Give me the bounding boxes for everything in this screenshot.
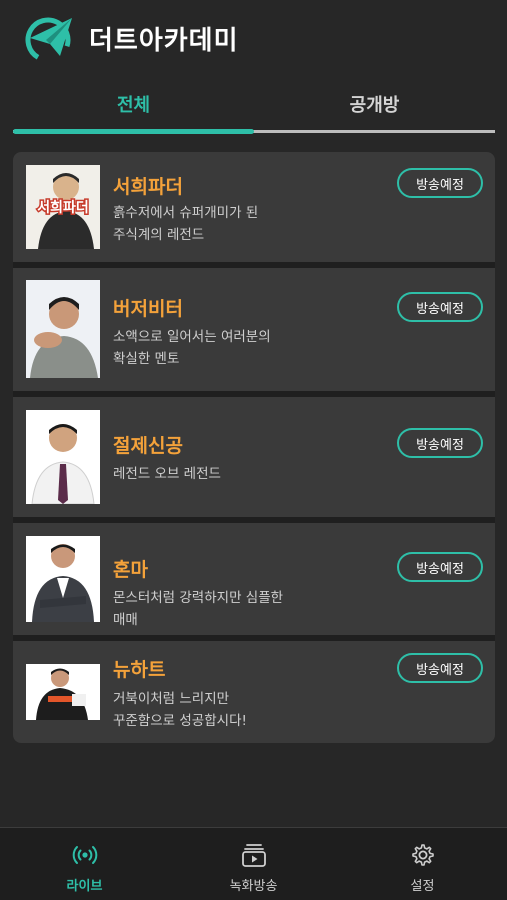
streamer-description: 소액으로 일어서는 여러분의 확실한 멘토: [113, 326, 353, 370]
desc-line: 레전드 오브 레전드: [113, 466, 221, 482]
streamer-photo: [26, 280, 100, 378]
streamer-name: 뉴하트: [113, 659, 166, 681]
paper-plane-logo-icon: [25, 17, 72, 63]
streamer-thumbnail: [26, 664, 100, 720]
streamer-description: 몬스터처럼 강력하지만 심플한 매매: [113, 587, 353, 631]
app-header: 더트아카데미: [0, 0, 507, 78]
desc-line: 주식계의 레전드: [113, 227, 205, 243]
nav-label: 녹화방송: [229, 879, 278, 894]
desc-line: 소액으로 일어서는 여러분의: [113, 329, 271, 345]
streamer-photo: [26, 536, 100, 622]
broadcast-icon: [72, 846, 97, 864]
bottom-navigation: 라이브 녹화방송 설정: [0, 827, 507, 900]
desc-line: 몬스터처럼 강력하지만 심플한: [113, 590, 284, 606]
streamer-photo: 서희파더: [26, 165, 100, 249]
streamer-description: 레전드 오브 레전드: [113, 463, 353, 485]
desc-line: 꾸준함으로 성공합시다!: [113, 713, 247, 729]
scheduled-broadcast-badge[interactable]: 방송예정: [397, 552, 483, 582]
desc-line: 흙수저에서 슈퍼개미가 된: [113, 205, 259, 221]
streamer-thumbnail: [26, 410, 100, 504]
svg-text:서희파더: 서희파더: [37, 200, 89, 216]
nav-label: 라이브: [66, 879, 103, 894]
scheduled-broadcast-badge[interactable]: 방송예정: [397, 653, 483, 683]
nav-recorded[interactable]: 녹화방송: [169, 828, 338, 900]
streamer-description: 흙수저에서 슈퍼개미가 된 주식계의 레전드: [113, 202, 353, 246]
desc-line: 확실한 멘토: [113, 351, 180, 367]
scheduled-broadcast-badge[interactable]: 방송예정: [397, 168, 483, 198]
tab-bar: 전체 공개방: [13, 82, 495, 134]
streamer-name: 버저비터: [113, 298, 183, 320]
streamer-list: 서희파더 서희파더 흙수저에서 슈퍼개미가 된 주식계의 레전드 방송예정 버저…: [13, 152, 495, 743]
nav-label: 설정: [410, 879, 435, 894]
desc-line: 거북이처럼 느리지만: [113, 691, 230, 707]
streamer-name: 절제신공: [113, 435, 183, 457]
app-title: 더트아카데미: [89, 26, 239, 56]
streamer-thumbnail: 서희파더: [26, 165, 100, 249]
streamer-photo: [26, 410, 100, 504]
tab-all[interactable]: 전체: [13, 82, 254, 126]
streamer-description: 거북이처럼 느리지만 꾸준함으로 성공합시다!: [113, 688, 353, 732]
streamer-thumbnail: [26, 280, 100, 378]
scheduled-broadcast-badge[interactable]: 방송예정: [397, 428, 483, 458]
streamer-card[interactable]: 버저비터 소액으로 일어서는 여러분의 확실한 멘토 방송예정: [13, 268, 495, 391]
streamer-card[interactable]: 뉴하트 거북이처럼 느리지만 꾸준함으로 성공합시다! 방송예정: [13, 641, 495, 743]
nav-live[interactable]: 라이브: [0, 828, 169, 900]
tab-public-room[interactable]: 공개방: [254, 82, 495, 126]
desc-line: 매매: [113, 612, 138, 628]
tab-active-indicator: [13, 129, 254, 134]
streamer-name: 혼마: [113, 559, 148, 581]
nav-settings[interactable]: 설정: [338, 828, 507, 900]
gear-icon: [411, 844, 434, 866]
scheduled-broadcast-badge[interactable]: 방송예정: [397, 292, 483, 322]
video-library-icon: [241, 844, 266, 867]
streamer-name: 서희파더: [113, 176, 183, 198]
streamer-card[interactable]: 서희파더 서희파더 흙수저에서 슈퍼개미가 된 주식계의 레전드 방송예정: [13, 152, 495, 262]
streamer-photo: [26, 664, 100, 720]
streamer-card[interactable]: 혼마 몬스터처럼 강력하지만 심플한 매매 방송예정: [13, 523, 495, 635]
streamer-thumbnail: [26, 536, 100, 622]
streamer-card[interactable]: 절제신공 레전드 오브 레전드 방송예정: [13, 397, 495, 517]
